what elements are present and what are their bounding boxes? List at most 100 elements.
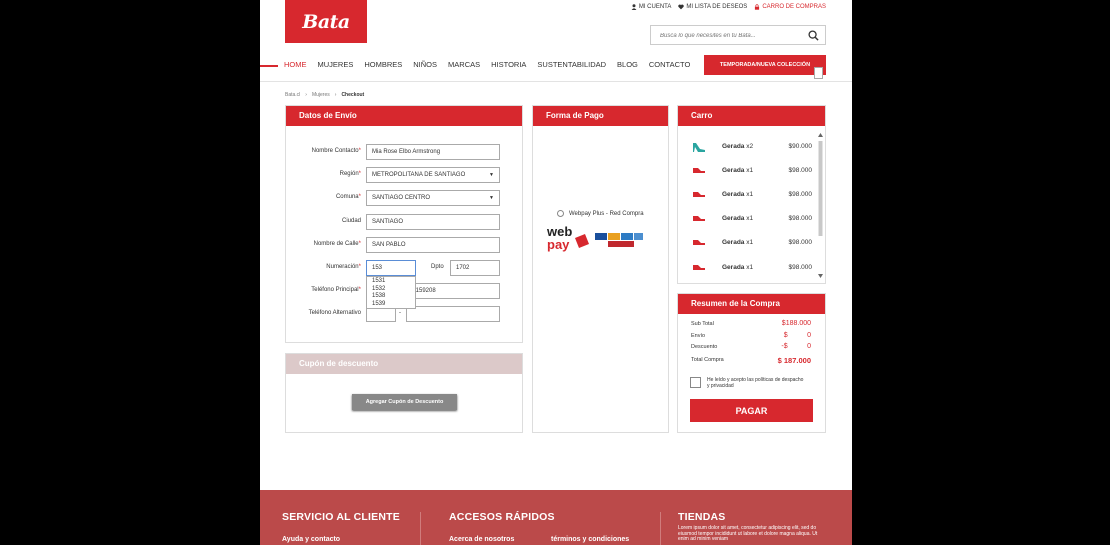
cart-item-price: $90.000 bbox=[788, 143, 813, 150]
discount-value: -$ 0 bbox=[781, 343, 811, 350]
cart-list: Gerada x2 $90.000 Gerada x1 $98.000 Gera… bbox=[678, 133, 826, 281]
user-icon bbox=[631, 4, 637, 10]
webpay-logo-pay: pay bbox=[547, 237, 570, 252]
street-row: Nombre de Calle* SAN PABLO bbox=[285, 237, 523, 253]
footer-stores-text: Lorem ipsum dolor sit amet, consectetur … bbox=[678, 525, 818, 542]
summary-title: Resumen de la Compra bbox=[678, 294, 825, 314]
number-autocomplete-list: 1531 1532 1538 1539 bbox=[366, 276, 416, 309]
alt-phone-field[interactable] bbox=[406, 306, 500, 322]
add-coupon-button[interactable]: Agregar Cupón de Descuento bbox=[352, 394, 457, 410]
coupon-title: Cupón de descuento bbox=[286, 354, 522, 374]
shoe-icon bbox=[693, 265, 705, 270]
footer-terms-link[interactable]: términos y condiciones bbox=[551, 536, 629, 543]
pay-button[interactable]: PAGAR bbox=[690, 399, 813, 422]
cart-panel: Carro Gerada x2 $90.000 Gerada x1 $98.00… bbox=[677, 105, 826, 284]
cart-scrollbar[interactable] bbox=[818, 133, 823, 278]
autocomplete-option[interactable]: 1532 bbox=[372, 286, 415, 294]
heel-shoe-icon bbox=[693, 143, 705, 152]
cart-label: CARRO DE COMPRAS bbox=[762, 4, 826, 10]
footer-divider bbox=[660, 512, 661, 545]
dpto-label: Dpto bbox=[431, 264, 444, 270]
region-row: Región* METROPOLITANA DE SANTIAGO bbox=[285, 167, 523, 183]
footer-about-link[interactable]: Acerca de nosotros bbox=[449, 536, 514, 543]
webpay-option[interactable]: Webpay Plus - Red Compra bbox=[557, 210, 644, 217]
shipping-cost-label: Envío bbox=[691, 333, 706, 339]
shoe-icon bbox=[693, 192, 705, 197]
shoe-icon bbox=[693, 240, 705, 245]
contact-name-field[interactable]: Mia Rose Elbo Armstrong bbox=[366, 144, 500, 160]
main-phone-label: Teléfono Principal* bbox=[311, 287, 361, 293]
lock-icon bbox=[755, 4, 760, 10]
webpay-plus-badge bbox=[575, 234, 589, 248]
cart-item-price: $98.000 bbox=[788, 264, 813, 271]
discount-row: Descuento -$ 0 bbox=[691, 343, 811, 354]
search-input[interactable] bbox=[658, 27, 807, 45]
subtotal-value: $188.000 bbox=[781, 320, 811, 327]
cart-item-price: $98.000 bbox=[788, 215, 813, 222]
cart-item-name: Gerada x2 bbox=[722, 143, 754, 150]
scroll-up-icon bbox=[818, 133, 823, 137]
footer-help-link[interactable]: Ayuda y contacto bbox=[282, 536, 340, 543]
cart-item-name: Gerada x1 bbox=[722, 215, 754, 222]
contact-name-row: Nombre Contacto* Mia Rose Elbo Armstrong bbox=[285, 144, 523, 160]
scroll-thumb bbox=[818, 141, 823, 236]
summary-panel: Resumen de la Compra Sub Total $188.000 … bbox=[677, 293, 826, 433]
comuna-row: Comuna* SANTIAGO CENTRO bbox=[285, 190, 523, 206]
amex-card-icon bbox=[621, 233, 633, 240]
footer-quick-access-title: ACCESOS RÁPIDOS bbox=[449, 511, 555, 523]
new-collection-button[interactable]: TEMPORADA/NUEVA COLECCIÓN bbox=[704, 55, 826, 79]
comuna-label: Comuna* bbox=[335, 194, 361, 200]
comuna-select[interactable]: SANTIAGO CENTRO bbox=[366, 190, 500, 206]
mastercard-icon bbox=[608, 233, 620, 240]
new-collection-label: TEMPORADA/NUEVA COLECCIÓN bbox=[719, 62, 811, 68]
cart-item[interactable]: Gerada x2 $90.000 bbox=[678, 139, 818, 155]
nav-item-blog[interactable]: BLOG bbox=[617, 60, 638, 69]
cart-item[interactable]: Gerada x1 $98.000 bbox=[678, 211, 818, 227]
terms-checkbox[interactable] bbox=[690, 377, 701, 388]
terms-row: He leído y acepto las políticas de despa… bbox=[690, 377, 807, 389]
nav-active-indicator bbox=[260, 65, 278, 67]
contact-name-label: Nombre Contacto* bbox=[311, 148, 361, 154]
city-label: Ciudad bbox=[341, 218, 361, 224]
footer-stores-title: TIENDAS bbox=[678, 511, 726, 523]
autocomplete-option[interactable]: 1531 bbox=[372, 278, 415, 286]
top-links: MI CUENTA MI LISTA DE DESEOS CARRO DE CO… bbox=[631, 4, 826, 10]
cart-item[interactable]: Gerada x1 $98.000 bbox=[678, 187, 818, 203]
cart-item[interactable]: Gerada x1 $98.000 bbox=[678, 260, 818, 276]
my-account-link[interactable]: MI CUENTA bbox=[631, 4, 672, 10]
search-icon[interactable] bbox=[808, 30, 819, 41]
number-field[interactable]: 153 bbox=[366, 260, 416, 276]
cart-item-name: Gerada x1 bbox=[722, 191, 754, 198]
payment-title: Forma de Pago bbox=[533, 106, 668, 126]
cart-item[interactable]: Gerada x1 $98.000 bbox=[678, 163, 818, 179]
total-label: Total Compra bbox=[691, 357, 724, 363]
cart-item[interactable]: Gerada x1 $98.000 bbox=[678, 235, 818, 251]
cart-item-price: $98.000 bbox=[788, 167, 813, 174]
cart-item-name: Gerada x1 bbox=[722, 264, 754, 271]
autocomplete-option[interactable]: 1539 bbox=[372, 301, 415, 309]
tag-icon bbox=[814, 67, 823, 79]
dpto-field[interactable]: 1702 bbox=[450, 260, 500, 276]
autocomplete-option[interactable]: 1538 bbox=[372, 293, 415, 301]
city-field[interactable]: SANTIAGO bbox=[366, 214, 500, 230]
redcompra-icon bbox=[608, 241, 634, 247]
wishlist-link[interactable]: MI LISTA DE DESEOS bbox=[678, 4, 747, 10]
total-value: $ 187.000 bbox=[777, 356, 811, 365]
webpay-radio[interactable] bbox=[557, 210, 564, 217]
cart-item-name: Gerada x1 bbox=[722, 167, 754, 174]
visa-card-icon bbox=[595, 233, 607, 240]
nav-item-sustentabilidad[interactable]: SUSTENTABILIDAD bbox=[537, 60, 606, 69]
wishlist-label: MI LISTA DE DESEOS bbox=[686, 4, 748, 10]
region-select[interactable]: METROPOLITANA DE SANTIAGO bbox=[366, 167, 500, 183]
subtotal-label: Sub Total bbox=[691, 321, 714, 327]
cart-link[interactable]: CARRO DE COMPRAS bbox=[754, 4, 826, 10]
shipping-form: Nombre Contacto* Mia Rose Elbo Armstrong… bbox=[285, 0, 523, 545]
city-row: Ciudad SANTIAGO bbox=[285, 214, 523, 230]
my-account-label: MI CUENTA bbox=[638, 4, 672, 10]
webpay-option-label: Webpay Plus - Red Compra bbox=[569, 210, 644, 217]
street-field[interactable]: SAN PABLO bbox=[366, 237, 500, 253]
total-row: Total Compra $ 187.000 bbox=[691, 356, 811, 367]
heart-icon bbox=[678, 4, 685, 10]
nav-item-contacto[interactable]: CONTACTO bbox=[649, 60, 690, 69]
shipping-cost-value: $ 0 bbox=[783, 332, 811, 339]
